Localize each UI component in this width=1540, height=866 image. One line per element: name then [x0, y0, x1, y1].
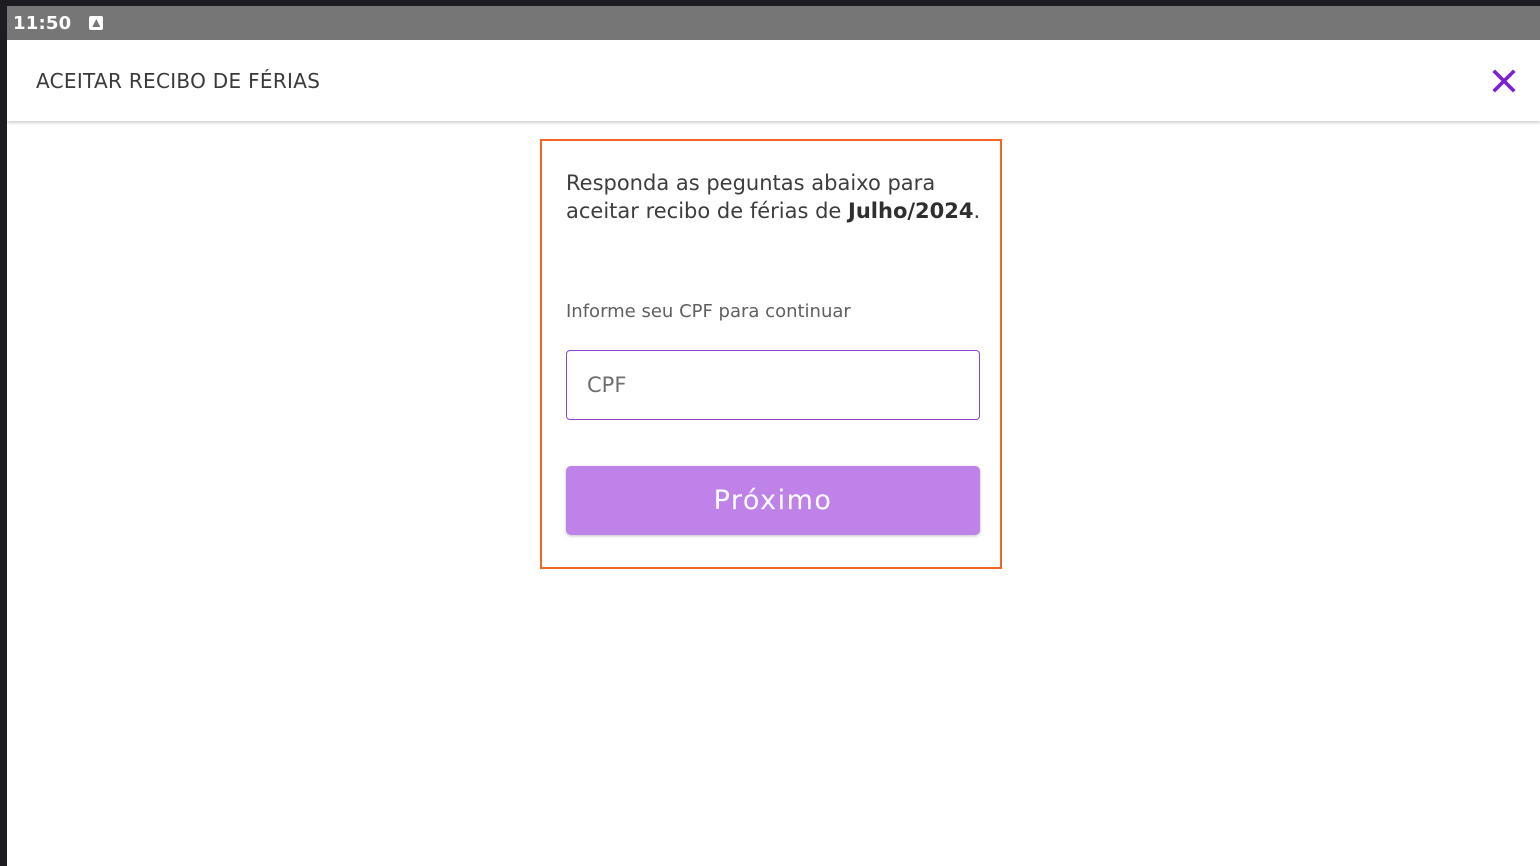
- cpf-label: Informe seu CPF para continuar: [566, 301, 851, 322]
- app-bar: ACEITAR RECIBO DE FÉRIAS: [7, 40, 1540, 121]
- close-icon: [1492, 68, 1516, 93]
- vacation-period: Julho/2024: [848, 199, 974, 223]
- status-time: 11:50: [13, 12, 72, 34]
- intro-suffix: .: [973, 199, 981, 223]
- page-title: ACEITAR RECIBO DE FÉRIAS: [36, 68, 321, 93]
- cpf-form-card: Responda as peguntas abaixo para aceitar…: [540, 139, 1002, 569]
- next-button[interactable]: Próximo: [566, 466, 980, 535]
- close-button[interactable]: [1484, 61, 1524, 101]
- app-screen: 11:50 ACEITAR RECIBO DE FÉRIAS Responda …: [7, 6, 1540, 866]
- cpf-input[interactable]: [566, 350, 980, 420]
- a-notification-icon: [89, 16, 104, 30]
- status-bar: 11:50: [7, 6, 1540, 40]
- intro-text: Responda as peguntas abaixo para aceitar…: [566, 169, 986, 225]
